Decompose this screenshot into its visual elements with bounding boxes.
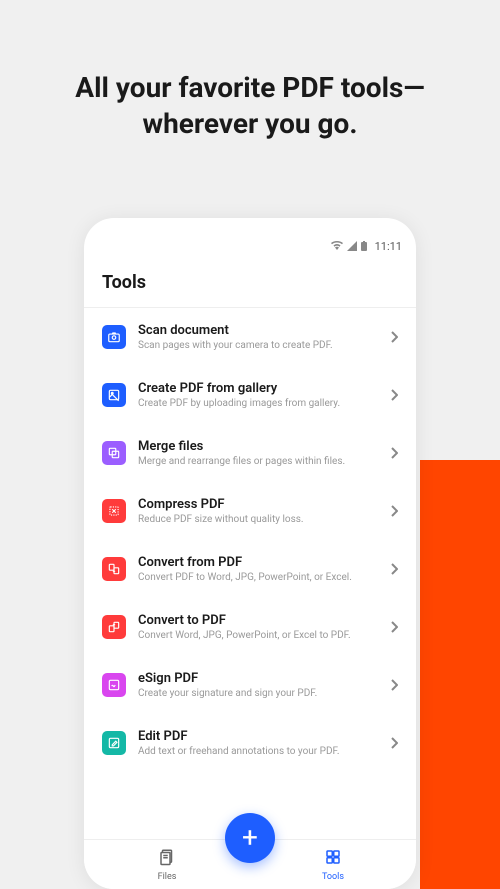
status-bar: 11:11 (84, 232, 416, 260)
nav-tools[interactable]: Tools (303, 848, 363, 882)
image-icon (102, 383, 126, 407)
chevron-right-icon (391, 328, 398, 347)
tools-icon (324, 848, 342, 870)
wifi-icon (331, 241, 343, 251)
tool-title: eSign PDF (138, 671, 379, 686)
chevron-right-icon (391, 444, 398, 463)
tool-desc: Add text or freehand annotations to your… (138, 746, 379, 757)
chevron-right-icon (391, 734, 398, 753)
chevron-right-icon (391, 618, 398, 637)
tool-desc: Create your signature and sign your PDF. (138, 688, 379, 699)
tool-desc: Scan pages with your camera to create PD… (138, 340, 379, 351)
nav-label: Tools (322, 872, 344, 882)
chevron-right-icon (391, 676, 398, 695)
tool-desc: Convert Word, JPG, PowerPoint, or Excel … (138, 630, 379, 641)
tool-title: Scan document (138, 323, 379, 338)
fab-add-button[interactable]: + (225, 813, 275, 863)
page-headline: All your favorite PDF tools—wherever you… (0, 0, 500, 143)
screen-title: Tools (102, 272, 398, 293)
tool-desc: Merge and rearrange files or pages withi… (138, 456, 379, 467)
screen-header: Tools (84, 260, 416, 308)
nav-label: Files (158, 872, 177, 882)
status-time: 11:11 (375, 240, 402, 253)
convert-from-icon (102, 557, 126, 581)
tool-title: Create PDF from gallery (138, 381, 379, 396)
tool-desc: Reduce PDF size without quality loss. (138, 514, 379, 525)
tool-title: Merge files (138, 439, 379, 454)
tool-esign-pdf[interactable]: eSign PDF Create your signature and sign… (102, 656, 398, 714)
camera-icon (102, 325, 126, 349)
tool-desc: Convert PDF to Word, JPG, PowerPoint, or… (138, 572, 379, 583)
tools-list: Scan document Scan pages with your camer… (84, 308, 416, 772)
edit-icon (102, 731, 126, 755)
tool-convert-from-pdf[interactable]: Convert from PDF Convert PDF to Word, JP… (102, 540, 398, 598)
tool-title: Convert from PDF (138, 555, 379, 570)
nav-files[interactable]: Files (137, 848, 197, 882)
tool-compress-pdf[interactable]: Compress PDF Reduce PDF size without qua… (102, 482, 398, 540)
battery-icon (361, 241, 367, 251)
compress-icon (102, 499, 126, 523)
convert-to-icon (102, 615, 126, 639)
tool-desc: Create PDF by uploading images from gall… (138, 398, 379, 409)
files-icon (158, 848, 176, 870)
tool-title: Edit PDF (138, 729, 379, 744)
decorative-orange-block (420, 460, 500, 889)
tool-convert-to-pdf[interactable]: Convert to PDF Convert Word, JPG, PowerP… (102, 598, 398, 656)
tool-edit-pdf[interactable]: Edit PDF Add text or freehand annotation… (102, 714, 398, 772)
tool-merge-files[interactable]: Merge files Merge and rearrange files or… (102, 424, 398, 482)
chevron-right-icon (391, 560, 398, 579)
plus-icon: + (242, 824, 258, 852)
chevron-right-icon (391, 502, 398, 521)
tool-title: Convert to PDF (138, 613, 379, 628)
sign-icon (102, 673, 126, 697)
signal-icon (347, 241, 357, 251)
tool-title: Compress PDF (138, 497, 379, 512)
chevron-right-icon (391, 386, 398, 405)
tool-scan-document[interactable]: Scan document Scan pages with your camer… (102, 308, 398, 366)
phone-mockup: 11:11 Tools Scan document Scan pages wit… (84, 218, 416, 889)
merge-icon (102, 441, 126, 465)
tool-create-from-gallery[interactable]: Create PDF from gallery Create PDF by up… (102, 366, 398, 424)
